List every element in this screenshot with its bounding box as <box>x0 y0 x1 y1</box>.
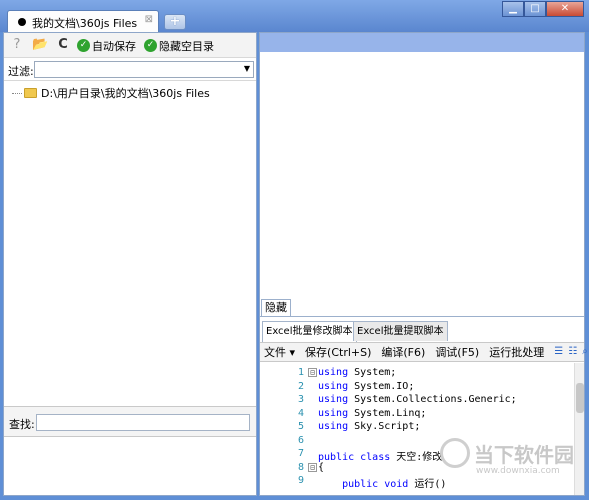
code-line[interactable]: 2 using System.IO; <box>260 381 574 394</box>
preview-header <box>260 33 584 52</box>
line-number: 7 <box>297 448 304 459</box>
code-line[interactable]: 1 ⊟ using System; <box>260 367 574 380</box>
hide-empty-dirs-button[interactable]: ✓ 隐藏空目录 <box>144 37 214 54</box>
document-tab[interactable]: 我的文档\360js Files ⊠ <box>7 10 159 32</box>
hide-empty-dirs-label: 隐藏空目录 <box>159 39 214 53</box>
fold-toggle-icon[interactable]: ⊟ <box>308 368 317 377</box>
tree-item-label: D:\用户目录\我的文档\360js Files <box>41 87 210 100</box>
tab-excel-modify[interactable]: Excel批量修改脚本 <box>262 321 357 342</box>
chevron-down-icon: ▼ <box>243 64 250 73</box>
fold-toggle-icon[interactable]: ⊟ <box>308 462 317 472</box>
maximize-button[interactable]: □ <box>524 1 546 17</box>
auto-save-button[interactable]: ✓ 自动保存 <box>77 37 136 54</box>
filter-row: 过滤: ▼ <box>4 59 256 81</box>
scrollbar-thumb[interactable] <box>576 383 584 413</box>
tab-excel-extract[interactable]: Excel批量提取脚本 <box>353 321 448 341</box>
hide-tab[interactable]: 隐藏 <box>261 299 291 316</box>
watermark-domain: www.downxia.com <box>476 466 560 476</box>
code-rest: System; <box>348 367 397 378</box>
line-number: 6 <box>297 434 304 446</box>
code-rest: System.Collections.Generic; <box>348 394 517 405</box>
code-text: public void 运行() <box>318 475 446 490</box>
line-number: 2 <box>297 380 304 392</box>
line-number: 9 <box>297 475 304 486</box>
tab-title: 我的文档\360js Files <box>32 17 138 30</box>
script-tabs: Excel批量修改脚本 Excel批量提取脚本 <box>260 319 584 342</box>
code-text: using Sky.Script; <box>318 421 420 432</box>
line-number: 4 <box>297 407 304 419</box>
tab-dot-icon <box>18 18 26 26</box>
code-keyword: using <box>318 394 349 405</box>
window-controls: ▁ □ ✕ <box>502 1 584 17</box>
refresh-icon[interactable]: C <box>55 37 71 53</box>
search-input[interactable] <box>36 414 250 431</box>
code-rest: Sky.Script; <box>348 421 421 432</box>
compile-button[interactable]: 编译(F6) <box>381 344 425 360</box>
line-number: 3 <box>297 394 304 405</box>
minimize-button[interactable]: ▁ <box>502 1 524 17</box>
watermark-logo-icon <box>440 438 470 468</box>
check-icon: ✓ <box>77 39 90 52</box>
file-toolbar: ? 📂 C ✓ 自动保存 ✓ 隐藏空目录 <box>4 33 256 58</box>
code-line[interactable]: 4 using System.Linq; <box>260 408 574 421</box>
file-menu[interactable]: 文件 ▾ <box>264 344 295 360</box>
code-keyword: using <box>318 367 349 378</box>
code-text: using System; <box>318 367 396 378</box>
code-line[interactable]: 5 using Sky.Script; <box>260 421 574 434</box>
line-number: 1 <box>297 367 304 378</box>
debug-button[interactable]: 调试(F5) <box>435 344 479 360</box>
outdent-icon[interactable]: ☷ <box>568 346 577 358</box>
run-batch-button[interactable]: 运行批处理 <box>489 344 544 360</box>
code-rest: { <box>318 461 325 473</box>
indent-icon[interactable]: ☰ <box>554 346 563 358</box>
filter-label: 过滤: <box>8 65 34 78</box>
code-text: using System.Linq; <box>318 408 426 419</box>
code-keyword: using <box>318 407 349 419</box>
title-bar: 我的文档\360js Files ⊠ + ▁ □ ✕ <box>0 0 589 32</box>
tree-item[interactable]: D:\用户目录\我的文档\360js Files <box>12 85 210 101</box>
save-button[interactable]: 保存(Ctrl+S) <box>305 344 371 360</box>
check-icon: ✓ <box>144 39 157 52</box>
editor-toolbar: 文件 ▾ 保存(Ctrl+S) 编译(F6) 调试(F5) 运行批处理 ☰ ☷ … <box>260 342 588 362</box>
code-keyword: using <box>318 421 349 432</box>
filter-select[interactable]: ▼ <box>34 61 254 78</box>
watermark-text: 当下软件园 <box>474 442 574 467</box>
code-keyword: public void <box>318 479 409 490</box>
code-rest: System.Linq; <box>348 407 427 419</box>
code-text: using System.IO; <box>318 381 414 392</box>
code-rest: 运行() <box>408 479 447 490</box>
close-button[interactable]: ✕ <box>546 1 584 17</box>
code-line[interactable]: 3 using System.Collections.Generic; <box>260 394 574 407</box>
vertical-scrollbar[interactable] <box>574 363 584 495</box>
find-icon[interactable]: ⌕ <box>582 346 588 358</box>
code-text: { <box>318 462 324 473</box>
line-number: 8 <box>297 461 304 473</box>
file-browser-pane: ? 📂 C ✓ 自动保存 ✓ 隐藏空目录 过滤: ▼ D:\用户目录\我的文档\… <box>3 32 257 496</box>
code-rest: System.IO; <box>348 380 415 392</box>
line-number: 5 <box>297 421 304 432</box>
code-line[interactable]: 9 public void 运行() <box>260 475 574 490</box>
folder-tree: D:\用户目录\我的文档\360js Files <box>4 81 256 406</box>
search-row: 查找: <box>4 406 256 437</box>
help-icon[interactable]: ? <box>9 37 25 53</box>
search-label: 查找: <box>9 418 35 431</box>
auto-save-label: 自动保存 <box>92 39 136 53</box>
new-tab-button[interactable]: + <box>164 14 186 30</box>
tree-connector <box>12 92 22 94</box>
divider <box>260 316 584 317</box>
watermark: 当下软件园 www.downxia.com <box>440 438 574 476</box>
code-keyword: using <box>318 380 349 392</box>
code-text: using System.Collections.Generic; <box>318 394 517 405</box>
open-folder-icon[interactable]: 📂 <box>32 37 48 53</box>
editor-pane: 隐藏 Excel批量修改脚本 Excel批量提取脚本 文件 ▾ 保存(Ctrl+… <box>259 32 588 496</box>
folder-icon <box>24 88 37 98</box>
tab-close-icon[interactable]: ⊠ <box>145 14 153 25</box>
